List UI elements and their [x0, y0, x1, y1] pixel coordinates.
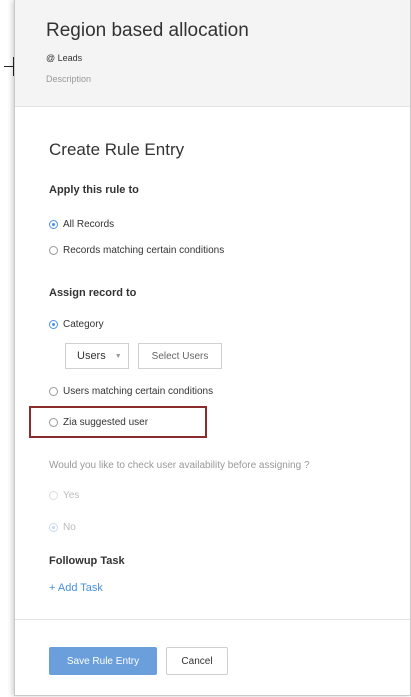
radio-category[interactable]: Category	[49, 319, 104, 330]
radio-label: Users matching certain conditions	[63, 386, 214, 397]
radio-label: Records matching certain conditions	[63, 245, 225, 256]
radio-yes[interactable]: Yes	[49, 490, 79, 501]
category-select-value: Users	[77, 350, 106, 362]
add-task-link[interactable]: + Add Task	[49, 582, 103, 594]
form-body: Create Rule Entry Apply this rule to All…	[15, 107, 410, 619]
assign-record-label: Assign record to	[49, 287, 137, 299]
panel-title: Region based allocation	[46, 20, 249, 41]
radio-selected-icon	[49, 220, 58, 229]
apply-rule-label: Apply this rule to	[49, 184, 139, 196]
radio-zia-suggested-user[interactable]: Zia suggested user	[49, 417, 148, 428]
radio-selected-icon	[49, 523, 58, 532]
panel-footer: Save Rule Entry Cancel	[15, 619, 410, 695]
rule-panel: Region based allocation @ Leads Descript…	[14, 0, 411, 696]
radio-label: Zia suggested user	[63, 417, 149, 428]
module-label: @ Leads	[46, 53, 83, 63]
select-users-button[interactable]: Select Users	[138, 343, 222, 369]
cancel-button[interactable]: Cancel	[166, 647, 228, 675]
radio-unselected-icon	[49, 491, 58, 500]
radio-label: All Records	[63, 219, 115, 230]
availability-question: Would you like to check user availabilit…	[49, 460, 310, 471]
panel-header: Region based allocation @ Leads Descript…	[15, 0, 410, 107]
radio-no[interactable]: No	[49, 522, 76, 533]
radio-selected-icon	[49, 320, 58, 329]
radio-all-records[interactable]: All Records	[49, 219, 114, 230]
category-select[interactable]: Users ▼	[65, 343, 129, 369]
radio-unselected-icon	[49, 246, 58, 255]
radio-records-matching[interactable]: Records matching certain conditions	[49, 245, 224, 256]
followup-task-label: Followup Task	[49, 555, 125, 567]
radio-label: Category	[63, 319, 104, 330]
radio-label: Yes	[63, 490, 80, 501]
form-heading: Create Rule Entry	[49, 140, 185, 159]
radio-label: No	[63, 522, 76, 533]
description-text[interactable]: Description	[46, 74, 91, 84]
chevron-down-icon: ▼	[114, 352, 122, 360]
save-rule-entry-button[interactable]: Save Rule Entry	[49, 647, 157, 675]
radio-unselected-icon	[49, 387, 58, 396]
radio-users-matching[interactable]: Users matching certain conditions	[49, 386, 213, 397]
radio-unselected-icon	[49, 418, 58, 427]
